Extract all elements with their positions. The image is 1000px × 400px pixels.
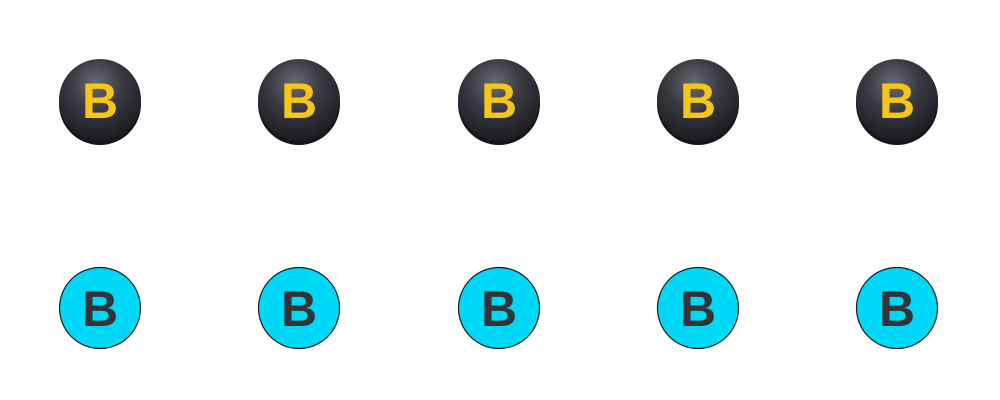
b-letter-badge-dark-icon: B: [58, 58, 142, 146]
icon-sheet: B B B B B B B B B B: [0, 0, 1000, 400]
badge-letter: B: [281, 281, 317, 337]
b-letter-badge-dark-icon: B: [656, 58, 740, 146]
badge-letter: B: [82, 281, 118, 337]
badge-letter: B: [481, 281, 517, 337]
badge-letter: B: [879, 281, 915, 337]
b-letter-badge-dark-icon: B: [855, 58, 939, 146]
badge-letter: B: [680, 73, 716, 129]
b-letter-badge-cyan-icon: B: [457, 258, 541, 350]
dark-badge-row: B B B B B: [0, 50, 1000, 150]
badge-letter: B: [281, 73, 317, 129]
b-letter-badge-cyan-icon: B: [257, 258, 341, 350]
b-letter-badge-cyan-icon: B: [58, 258, 142, 350]
badge-letter: B: [680, 281, 716, 337]
cyan-badge-row: B B B B B: [0, 250, 1000, 350]
b-letter-badge-dark-icon: B: [257, 58, 341, 146]
badge-letter: B: [481, 73, 517, 129]
b-letter-badge-cyan-icon: B: [656, 258, 740, 350]
b-letter-badge-cyan-icon: B: [855, 258, 939, 350]
badge-letter: B: [879, 73, 915, 129]
badge-letter: B: [82, 73, 118, 129]
b-letter-badge-dark-icon: B: [457, 58, 541, 146]
